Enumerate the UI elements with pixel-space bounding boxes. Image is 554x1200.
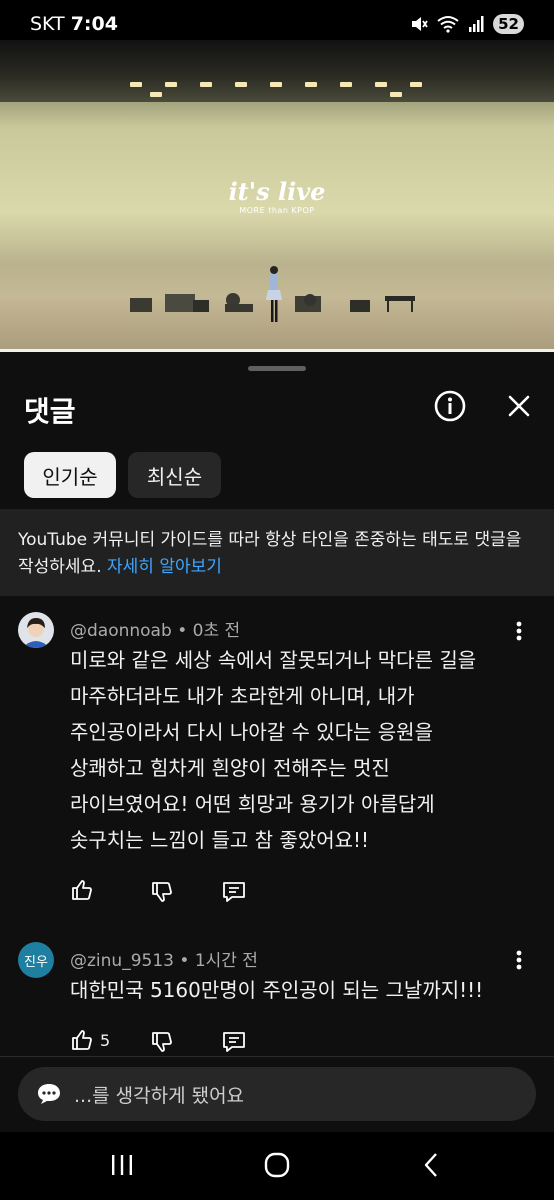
dislike-button[interactable]	[150, 880, 174, 904]
stage-light	[410, 82, 422, 87]
avatar[interactable]	[18, 612, 54, 648]
community-guide-banner: YouTube 커뮤니티 가이드를 따라 항상 타인을 존중하는 태도로 댓글을…	[0, 509, 554, 596]
stage-light	[200, 82, 212, 87]
status-time: 7:04	[70, 13, 118, 35]
user-avatar-image	[18, 612, 54, 648]
comment-line: 마주하더라도 내가 초라한게 아니며, 내가	[70, 684, 415, 708]
comment-input[interactable]: ...를 생각하게 됐어요	[18, 1067, 536, 1121]
back-button[interactable]	[416, 1148, 446, 1182]
meta-separator: •	[179, 951, 195, 971]
stage-light	[150, 92, 162, 97]
reply-comment-icon	[223, 882, 245, 902]
thumbs-down-icon	[152, 1032, 172, 1052]
stage-light	[305, 82, 317, 87]
stage-light	[375, 82, 387, 87]
comment-more-button[interactable]	[509, 619, 529, 643]
video-logo: it's live	[228, 177, 326, 206]
home-icon	[264, 1152, 290, 1178]
performer-figure	[266, 266, 282, 322]
reply-button[interactable]	[222, 880, 246, 904]
thumbs-up-icon	[72, 1030, 92, 1050]
sort-chip-newest[interactable]: 최신순	[128, 452, 221, 498]
sort-chip-popular[interactable]: 인기순	[24, 452, 116, 498]
meta-separator: •	[177, 621, 193, 641]
stage-light	[130, 82, 142, 87]
comment-author[interactable]: @daonnoab	[70, 621, 172, 641]
guide-learn-more-link[interactable]: 자세히 알아보기	[107, 557, 222, 577]
comment-input-bar: ...를 생각하게 됐어요	[0, 1056, 554, 1132]
info-icon	[434, 390, 466, 422]
battery-badge: 52	[493, 14, 524, 34]
reply-comment-icon	[223, 1032, 245, 1052]
comment-meta: @daonnoab • 0초 전	[70, 616, 240, 641]
comment-text: 미로와 같은 세상 속에서 잘못되거나 막다른 길을 마주하더라도 내가 초라한…	[70, 642, 520, 858]
recent-apps-icon	[112, 1155, 132, 1175]
recent-apps-button[interactable]	[104, 1148, 140, 1182]
comment-more-button[interactable]	[509, 948, 529, 972]
comment-line: 상쾌하고 힘차게 흰양이 전해주는 멋진	[70, 756, 390, 780]
video-logo-subtitle: MORE than KPOP	[239, 206, 315, 215]
comment-line: 주인공이라서 다시 나아갈 수 있다는 응원을	[70, 720, 433, 744]
chat-bubble-icon	[38, 1084, 60, 1104]
comment-time: 1시간 전	[194, 951, 258, 971]
comment-time: 0초 전	[192, 621, 241, 641]
video-player[interactable]: it's live MORE than KPOP	[0, 40, 554, 352]
wifi-icon	[437, 16, 459, 33]
signal-icon	[469, 16, 484, 32]
mute-icon	[412, 17, 428, 31]
comment-line: 대한민국 5160만명이 주인공이 되는 그날까지!!!	[70, 978, 484, 1002]
like-button[interactable]	[70, 878, 94, 902]
video-ceiling	[0, 40, 554, 102]
avatar[interactable]: 진우	[18, 942, 54, 978]
stage-light	[270, 82, 282, 87]
home-button[interactable]	[258, 1148, 296, 1182]
status-icons: 52	[410, 14, 524, 34]
like-button[interactable]: 5	[70, 1028, 110, 1052]
close-button[interactable]	[503, 390, 535, 422]
back-icon	[424, 1153, 437, 1177]
comment-line: 솟구치는 느낌이 들고 참 좋았어요!!	[70, 828, 370, 852]
comment-line: 미로와 같은 세상 속에서 잘못되거나 막다른 길을	[70, 648, 477, 672]
like-count: 5	[100, 1030, 111, 1050]
thumbs-up-icon	[72, 880, 92, 900]
drag-handle[interactable]	[248, 366, 306, 371]
info-button[interactable]	[432, 388, 468, 424]
more-vert-icon	[516, 950, 522, 970]
more-vert-icon	[516, 621, 522, 641]
comment-text: 대한민국 5160만명이 주인공이 되는 그날까지!!!	[70, 972, 520, 1008]
comments-sheet: 댓글 인기순 최신순 YouTube 커뮤니티 가이드를 따라 항상 타인을 존…	[0, 352, 554, 1200]
system-nav-bar	[0, 1132, 554, 1200]
dislike-button[interactable]	[150, 1030, 174, 1054]
comment-author[interactable]: @zinu_9513	[70, 951, 174, 971]
comment-line: 라이브였어요! 어떤 희망과 용기가 아름답게	[70, 792, 435, 816]
reply-button[interactable]	[222, 1030, 246, 1054]
stage-light	[235, 82, 247, 87]
stage-light	[340, 82, 352, 87]
guide-text: YouTube 커뮤니티 가이드를 따라 항상 타인을 존중하는 태도로 댓글을…	[18, 530, 522, 577]
status-carrier: SKT 7:04	[30, 13, 118, 35]
stage-light	[390, 92, 402, 97]
comment-meta: @zinu_9513 • 1시간 전	[70, 946, 258, 971]
comments-title: 댓글	[24, 395, 76, 428]
stage-light	[165, 82, 177, 87]
carrier-name: SKT	[30, 13, 65, 35]
comment-input-text: ...를 생각하게 됐어요	[74, 1084, 245, 1107]
thumbs-down-icon	[152, 882, 172, 902]
close-icon	[508, 395, 530, 417]
